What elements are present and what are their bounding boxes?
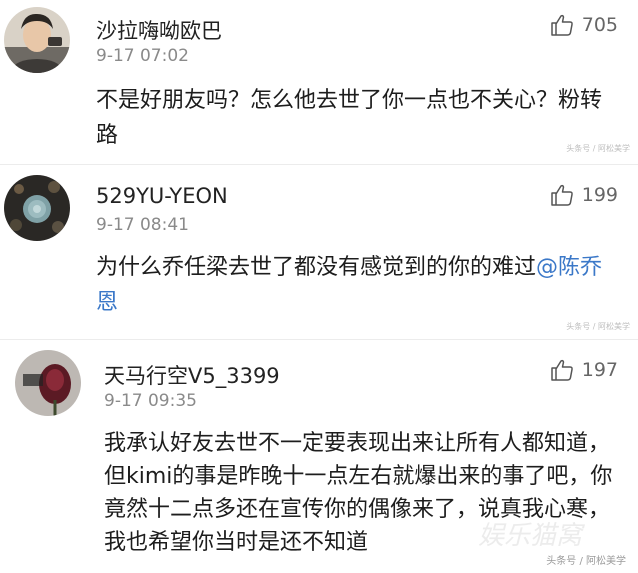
like-count: 197 <box>581 359 618 381</box>
watermark-text: 头条号 / 阿松美学 <box>566 322 630 331</box>
comment-text: 不是好朋友吗？怎么他去世了你一点也不关心？粉转路 <box>96 88 603 148</box>
avatar[interactable] <box>4 175 70 241</box>
thumbs-up-icon <box>550 184 573 206</box>
avatar[interactable] <box>15 350 81 416</box>
timestamp: 9-17 08:41 <box>96 215 189 235</box>
thumbs-up-icon <box>550 14 573 36</box>
watermark-text: 头条号 / 阿松美学 <box>546 556 626 567</box>
username[interactable]: 天马行空V5_3399 <box>104 360 280 390</box>
timestamp: 9-17 07:02 <box>96 46 189 66</box>
timestamp: 9-17 09:35 <box>104 391 197 411</box>
like-count: 705 <box>581 14 618 36</box>
watermark-text: 头条号 / 阿松美学 <box>566 144 630 153</box>
username[interactable]: 沙拉嗨呦欧巴 <box>96 15 222 45</box>
thumbs-up-icon <box>550 359 573 381</box>
comment-text-body: 为什么乔任梁去世了都没有感觉到的你的难过 <box>96 255 537 280</box>
avatar[interactable] <box>4 7 70 73</box>
comment-item: 沙拉嗨呦欧巴 9-17 07:02 705 不是好朋友吗？怎么他去世了你一点也不… <box>0 0 638 165</box>
username[interactable]: 529YU-YEON <box>96 184 228 208</box>
like-button[interactable]: 705 <box>550 14 618 36</box>
like-count: 199 <box>581 184 618 206</box>
comment-text: 为什么乔任梁去世了都没有感觉到的你的难过@陈乔恩 <box>96 250 618 320</box>
like-button[interactable]: 199 <box>550 184 618 206</box>
comment-item: 529YU-YEON 9-17 08:41 199 为什么乔任梁去世了都没有感觉… <box>0 165 638 340</box>
comment-thread: 沙拉嗨呦欧巴 9-17 07:02 705 不是好朋友吗？怎么他去世了你一点也不… <box>0 0 638 573</box>
like-button[interactable]: 197 <box>550 359 618 381</box>
watermark-logo: 娱乐猫窝 <box>478 521 583 551</box>
